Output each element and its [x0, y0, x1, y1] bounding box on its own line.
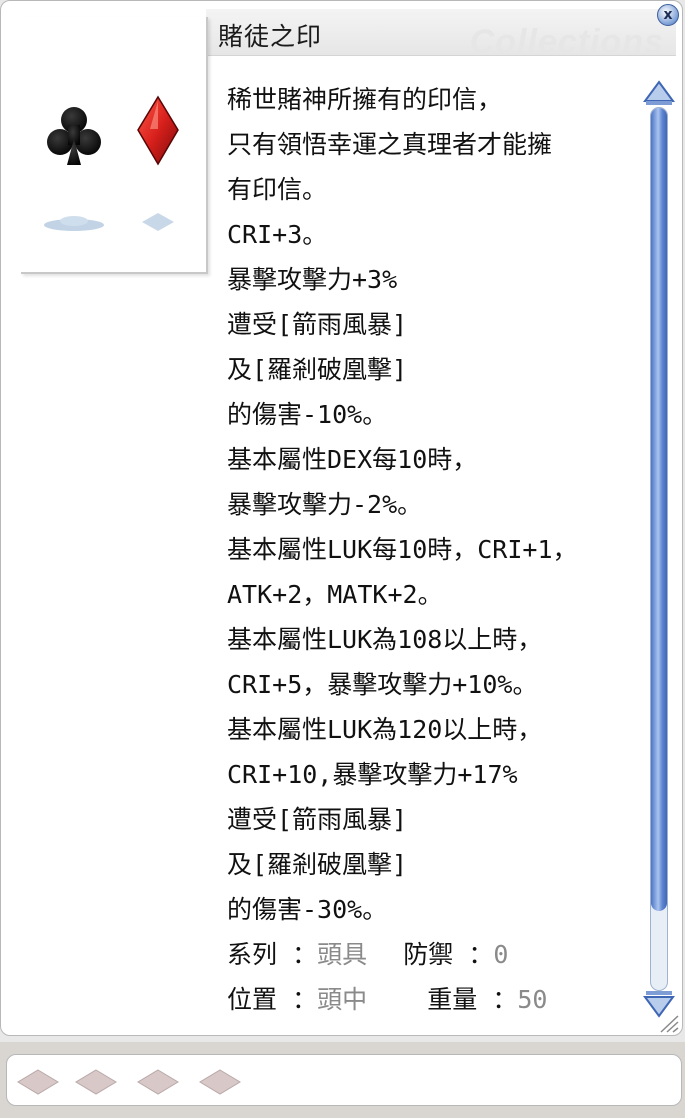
description-line: 及[羅剎破凰擊] — [227, 850, 408, 879]
card-slot-bar — [0, 1042, 685, 1118]
description-line: 遭受[箭雨風暴] — [227, 805, 408, 834]
weight-value: 50 — [517, 985, 548, 1014]
description-line: 稀世賭神所擁有的印信， — [227, 85, 503, 114]
card-slot-container — [6, 1054, 682, 1106]
title-bar[interactable]: 賭徒之印 Collections — [206, 9, 676, 61]
description-line: 只有領悟幸運之真理者才能擁 — [227, 130, 553, 159]
close-icon: x — [663, 7, 673, 23]
description-line: 的傷害-10%。 — [227, 400, 388, 429]
item-title: 賭徒之印 — [218, 22, 323, 51]
description-line: CRI+3。 — [227, 220, 328, 249]
description-line: 及[羅剎破凰擊] — [227, 355, 408, 384]
suit-reflections — [44, 213, 174, 231]
description-line: CRI+5，暴擊攻擊力+10%。 — [227, 670, 538, 699]
empty-card-slot-icon[interactable] — [15, 1067, 61, 1097]
description-line: 基本屬性LUK每10時，CRI+1， — [227, 535, 578, 564]
item-image-frame — [21, 17, 208, 274]
type-value: 頭具 — [317, 940, 368, 969]
scroll-up-arrow-icon — [643, 80, 675, 105]
weight-label: 重量 — [427, 985, 478, 1014]
separator: ： — [492, 985, 518, 1014]
item-description: 稀世賭神所擁有的印信， 只有領悟幸運之真理者才能擁 有印信。 CRI+3。 暴擊… — [227, 77, 627, 1022]
scroll-up-button[interactable] — [643, 79, 675, 109]
description-line: 基本屬性LUK為120以上時， — [227, 715, 543, 744]
club-icon — [47, 107, 101, 165]
type-label: 系列 — [227, 940, 278, 969]
defense-value: 0 — [493, 940, 509, 969]
description-line: 基本屬性DEX每10時， — [227, 445, 478, 474]
separator: ： — [468, 940, 494, 969]
separator: ： — [292, 940, 318, 969]
description-line: 暴擊攻擊力-2%。 — [227, 490, 423, 519]
description-line: ATK+2，MATK+2。 — [227, 580, 443, 609]
description-line: 有印信。 — [227, 175, 328, 204]
position-value: 頭中 — [317, 985, 368, 1014]
description-line: CRI+10,暴擊攻擊力+17% — [227, 760, 518, 789]
position-label: 位置 — [227, 985, 278, 1014]
collections-watermark: Collections — [469, 23, 664, 61]
scroll-track[interactable] — [650, 107, 668, 991]
description-line: 基本屬性LUK為108以上時， — [227, 625, 543, 654]
empty-card-slot-icon[interactable] — [73, 1067, 119, 1097]
item-info-window: 賭徒之印 Collections x 稀世賭神所擁有的印信， 只有領悟幸運之真理… — [0, 0, 683, 1036]
description-line: 遭受[箭雨風暴] — [227, 310, 408, 339]
stats-row-type-defense: 系列 ：頭具 防禦 ：0 — [227, 932, 627, 977]
close-button[interactable]: x — [657, 4, 679, 26]
empty-card-slot-icon[interactable] — [135, 1067, 181, 1097]
scroll-thumb[interactable] — [651, 108, 667, 911]
card-suits-icon — [44, 95, 179, 231]
description-line: 的傷害-30%。 — [227, 895, 388, 924]
stats-row-position-weight: 位置 ：頭中 重量 ：50 — [227, 977, 627, 1022]
diamond-icon — [137, 95, 179, 166]
empty-card-slot-icon[interactable] — [197, 1067, 243, 1097]
separator: ： — [292, 985, 318, 1014]
defense-label: 防禦 — [403, 940, 454, 969]
vertical-scrollbar[interactable] — [643, 79, 675, 1018]
description-line: 暴擊攻擊力+3% — [227, 265, 398, 294]
resize-grip-icon[interactable] — [657, 1013, 679, 1033]
